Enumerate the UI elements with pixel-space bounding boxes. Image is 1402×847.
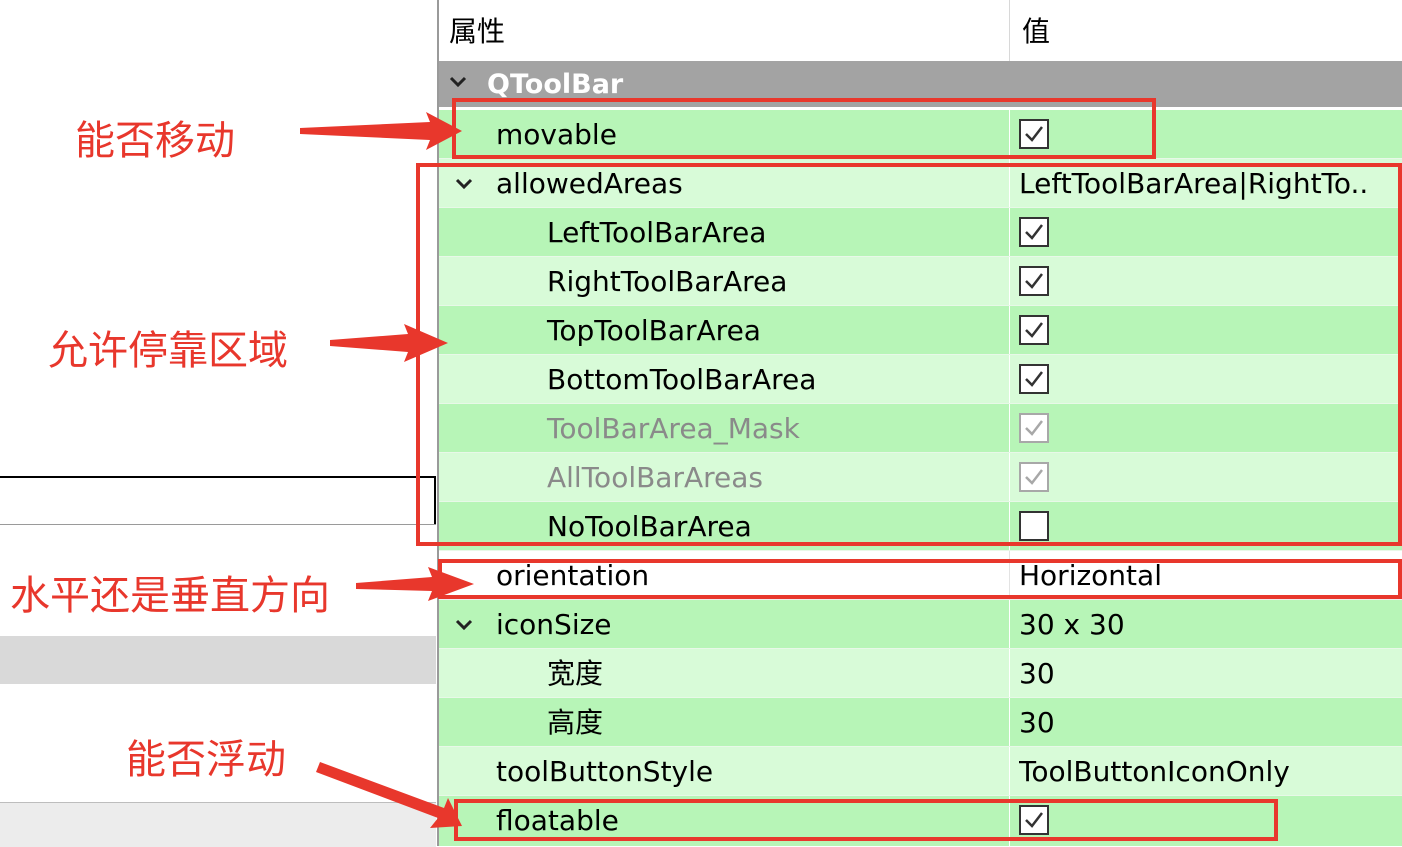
arrow-floatable (316, 762, 462, 828)
arrow-orientation (356, 567, 474, 601)
annotation-arrows (300, 112, 474, 828)
arrow-movable (300, 112, 462, 150)
arrow-allowed-areas (330, 324, 448, 362)
